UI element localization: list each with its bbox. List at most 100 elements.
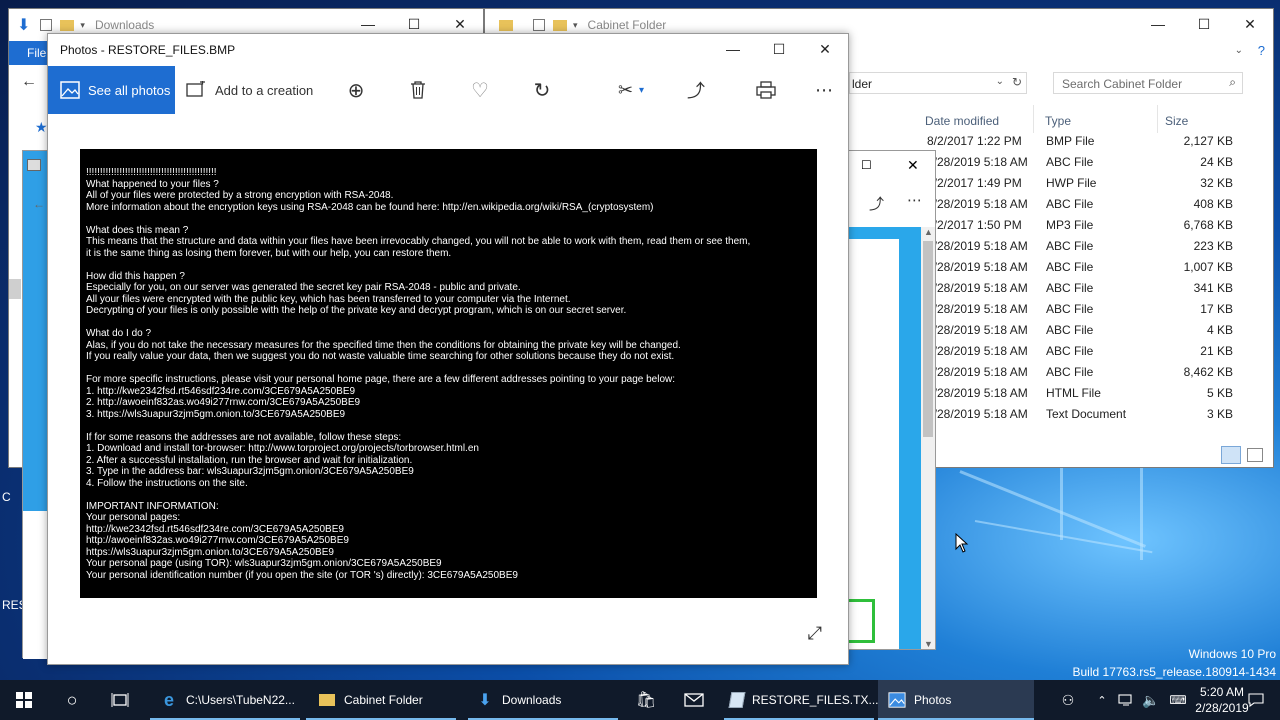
edge-icon: e bbox=[163, 689, 174, 710]
address-bar[interactable]: lder ⌄ ↻ bbox=[849, 72, 1027, 94]
file-type-cell: Text Document bbox=[1046, 407, 1127, 421]
column-header-date[interactable]: Date modified bbox=[925, 109, 999, 133]
column-header-size[interactable]: Size bbox=[1165, 109, 1188, 133]
file-type-cell: ABC File bbox=[1046, 155, 1094, 169]
scroll-down-icon[interactable]: ▼ bbox=[924, 639, 933, 649]
minimize-button[interactable]: — bbox=[710, 34, 756, 64]
note-line: More information about the encryption ke… bbox=[86, 201, 654, 213]
zoom-icon[interactable]: ⊕ bbox=[336, 66, 376, 114]
file-date-cell: 2/28/2019 5:18 AM bbox=[927, 260, 1028, 274]
more-options-icon[interactable]: ⋯ bbox=[907, 191, 922, 209]
large-icons-view-icon[interactable] bbox=[1247, 448, 1263, 462]
cortana-search-icon[interactable]: ○ bbox=[48, 680, 96, 720]
windows-edition-watermark: Windows 10 Pro bbox=[1188, 647, 1276, 661]
file-size-cell: 5 KB bbox=[1206, 386, 1233, 400]
fullscreen-icon[interactable]: ⤢ bbox=[808, 623, 822, 644]
help-icon[interactable]: ? bbox=[1258, 43, 1265, 58]
note-line: Alas, if you do not take the necessary m… bbox=[86, 339, 681, 351]
file-size-cell: 8,462 KB bbox=[1183, 365, 1233, 379]
favorite-heart-icon[interactable]: ♡ bbox=[460, 66, 500, 114]
search-icon[interactable]: ⌕ bbox=[1229, 75, 1236, 90]
edit-create-button[interactable]: ✂ ▾ bbox=[606, 66, 656, 114]
share-icon[interactable]: ⤴ bbox=[676, 66, 716, 114]
column-header-type[interactable]: Type bbox=[1045, 109, 1071, 133]
photos-toolbar: See all photos Add to a creation ⊕ ♡ ↻ ✂… bbox=[48, 66, 848, 114]
window-title: Cabinet Folder bbox=[587, 18, 667, 32]
note-line bbox=[86, 363, 811, 375]
scrollbar[interactable]: ▲ ▼ bbox=[921, 227, 935, 649]
close-button[interactable]: ✕ bbox=[907, 157, 919, 174]
taskbar-item-cabinet-folder[interactable]: Cabinet Folder bbox=[306, 680, 456, 720]
folder-icon[interactable] bbox=[60, 19, 75, 31]
file-date-cell: 2/28/2019 5:18 AM bbox=[927, 386, 1028, 400]
taskbar-item-edge[interactable]: e C:\Users\TubeN22... bbox=[150, 680, 300, 720]
file-type-cell: ABC File bbox=[1046, 281, 1094, 295]
taskbar-item-restore-files[interactable]: RESTORE_FILES.TX... bbox=[724, 680, 878, 720]
properties-icon[interactable] bbox=[40, 19, 53, 31]
show-hidden-icons-chevron-icon[interactable]: ⌃ bbox=[1092, 680, 1112, 720]
rotate-icon[interactable]: ↻ bbox=[522, 66, 562, 114]
note-line: 1. Download and install tor-browser: htt… bbox=[86, 443, 479, 454]
close-button[interactable]: ✕ bbox=[802, 34, 848, 64]
store-icon[interactable]: 🛍 bbox=[628, 680, 664, 720]
print-icon[interactable] bbox=[746, 66, 786, 114]
share-icon[interactable]: ⤴ bbox=[869, 193, 884, 214]
file-type-cell: ABC File bbox=[1046, 302, 1094, 316]
photos-window[interactable]: Photos - RESTORE_FILES.BMP — ☐ ✕ See all… bbox=[47, 33, 849, 665]
back-arrow-icon[interactable]: ← bbox=[33, 197, 45, 211]
file-size-cell: 17 KB bbox=[1200, 302, 1233, 316]
delete-icon[interactable] bbox=[398, 66, 438, 114]
see-all-photos-button[interactable]: See all photos bbox=[48, 66, 175, 114]
refresh-icon[interactable]: ↻ bbox=[1012, 75, 1022, 89]
note-line bbox=[86, 213, 811, 225]
search-input[interactable]: Search Cabinet Folder ⌕ bbox=[1053, 72, 1243, 94]
properties-icon[interactable] bbox=[533, 19, 545, 31]
maximize-button[interactable]: ☐ bbox=[756, 34, 802, 64]
file-size-cell: 6,768 KB bbox=[1183, 218, 1233, 232]
people-icon[interactable]: ⚇ bbox=[1054, 680, 1082, 720]
windows-logo-icon bbox=[16, 692, 32, 708]
task-view-icon[interactable] bbox=[96, 680, 144, 720]
mouse-cursor-icon bbox=[955, 533, 969, 553]
file-tab[interactable]: File bbox=[27, 46, 46, 60]
desktop-icon-label[interactable]: C bbox=[2, 490, 11, 504]
note-line: For more specific instructions, please v… bbox=[86, 374, 676, 385]
details-view-icon[interactable] bbox=[1221, 446, 1241, 464]
note-line: Your personal page (using TOR): wls3uapu… bbox=[86, 558, 442, 569]
note-line bbox=[86, 420, 811, 432]
start-button[interactable] bbox=[0, 680, 48, 720]
folder-icon bbox=[318, 691, 336, 709]
note-line: https://wls3uapur3zjm5gm.onion.to/3CE679… bbox=[86, 546, 334, 558]
scroll-up-icon[interactable]: ▲ bbox=[924, 227, 933, 237]
close-button[interactable]: ✕ bbox=[1227, 9, 1273, 39]
more-options-icon[interactable]: ⋯ bbox=[804, 66, 844, 114]
maximize-button[interactable]: ☐ bbox=[861, 158, 872, 172]
scrollbar-thumb[interactable] bbox=[923, 241, 933, 437]
minimize-button[interactable]: — bbox=[1135, 9, 1181, 39]
taskbar-item-downloads[interactable]: ⬇ Downloads bbox=[468, 680, 618, 720]
file-date-cell: 8/2/2017 1:49 PM bbox=[927, 176, 1022, 190]
ribbon-expand-chevron-icon[interactable]: ⌄ bbox=[1235, 45, 1243, 56]
chevron-down-icon[interactable]: ▾ bbox=[80, 20, 85, 31]
restore-files-window[interactable]: ☐ ✕ ⤴ ⋯ ▲ ▼ bbox=[848, 150, 936, 650]
maximize-button[interactable]: ☐ bbox=[1181, 9, 1227, 39]
window-title: Photos - RESTORE_FILES.BMP bbox=[60, 43, 236, 57]
mail-icon[interactable] bbox=[676, 680, 712, 720]
file-type-cell: HTML File bbox=[1046, 386, 1101, 400]
quick-access-star-icon[interactable]: ★ bbox=[35, 119, 48, 136]
taskbar-item-photos[interactable]: Photos bbox=[878, 680, 1034, 720]
new-folder-icon[interactable] bbox=[553, 19, 567, 31]
language-icon[interactable]: ⌨ bbox=[1166, 680, 1190, 720]
address-dropdown-icon[interactable]: ⌄ bbox=[996, 76, 1004, 87]
file-date-cell: 2/28/2019 5:18 AM bbox=[927, 197, 1028, 211]
volume-icon[interactable]: 🔈 bbox=[1140, 680, 1162, 720]
chevron-down-icon[interactable]: ▾ bbox=[573, 20, 578, 31]
back-arrow-icon[interactable]: ← bbox=[21, 73, 37, 91]
photos-icon bbox=[60, 81, 80, 99]
action-center-icon[interactable] bbox=[1236, 680, 1276, 720]
network-icon[interactable] bbox=[1116, 680, 1136, 720]
windows-build-watermark: Build 17763.rs5_release.180914-1434 bbox=[1072, 665, 1277, 679]
add-to-creation-button[interactable]: Add to a creation bbox=[186, 66, 316, 114]
notepad-icon bbox=[728, 691, 746, 709]
file-size-cell: 4 KB bbox=[1206, 323, 1233, 337]
